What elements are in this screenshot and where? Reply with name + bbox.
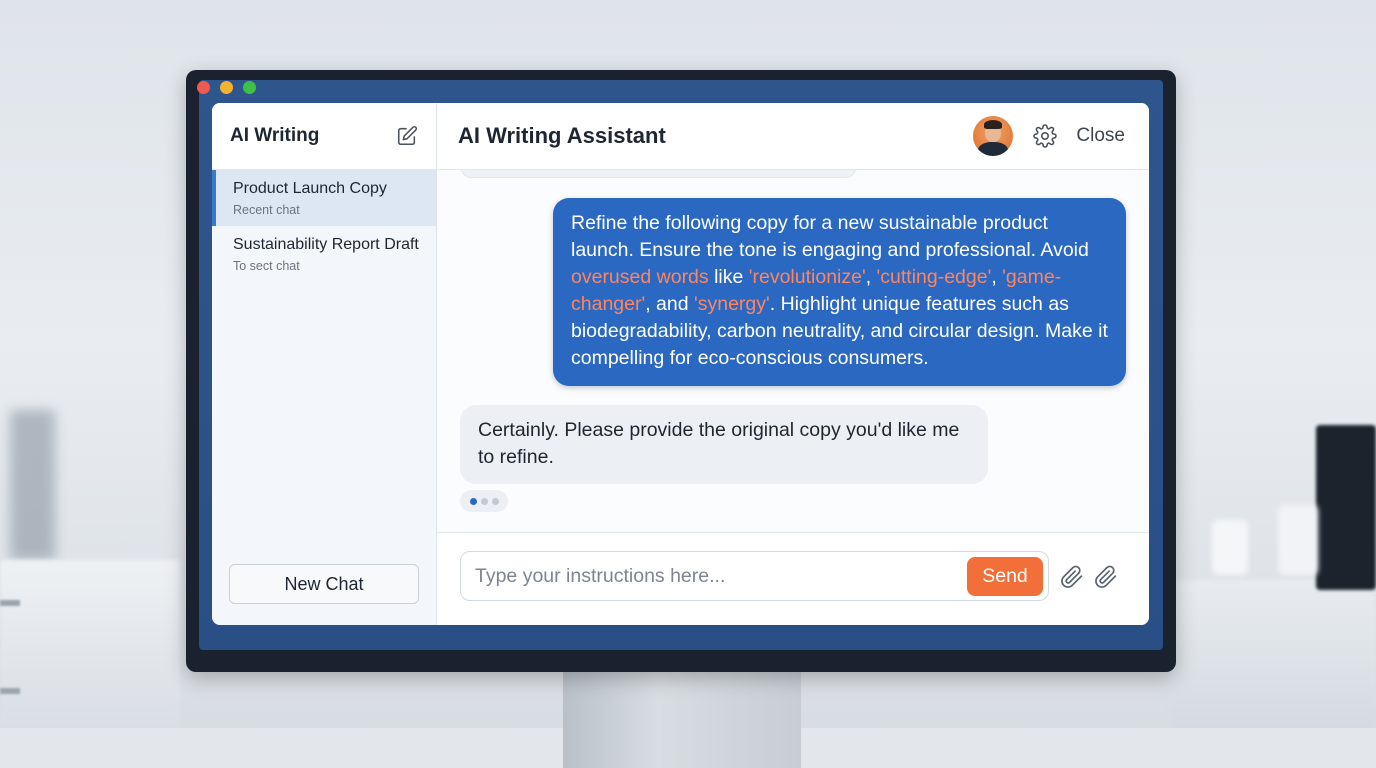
previous-message (461, 170, 856, 178)
paperclip-icon[interactable] (1060, 565, 1084, 589)
chat-list-item-sustainability-report[interactable]: Sustainability Report Draft To sect chat (212, 226, 436, 282)
new-chat-button[interactable]: New Chat (229, 564, 419, 604)
app-window: AI Writing Product Launch Copy Recent ch… (212, 103, 1149, 625)
highlighted-phrase: overused words (571, 266, 709, 288)
background-cabinet-handle (0, 688, 20, 694)
message-text: , and (645, 293, 694, 315)
background-desk (1170, 580, 1376, 730)
highlighted-phrase: 'cutting-edge' (876, 266, 992, 288)
window-controls (197, 81, 256, 94)
edit-icon[interactable] (396, 125, 418, 147)
chat-list-item-product-launch[interactable]: Product Launch Copy Recent chat (212, 170, 436, 226)
chat-item-subtitle: To sect chat (233, 259, 300, 273)
chat-item-title: Product Launch Copy (233, 180, 387, 197)
message-text: , (865, 266, 877, 288)
composer: Send (437, 532, 1149, 625)
message-text: Refine the following copy for a new sust… (571, 212, 1089, 261)
message-text: like (708, 266, 749, 288)
background-object (10, 410, 55, 560)
background-cup (1278, 505, 1318, 575)
message-input-wrapper: Send (460, 551, 1049, 601)
sidebar-header: AI Writing (212, 103, 436, 170)
minimize-window-button[interactable] (220, 81, 233, 94)
background-monitor (1316, 425, 1376, 590)
assistant-message: Certainly. Please provide the original c… (460, 405, 988, 484)
sidebar: AI Writing Product Launch Copy Recent ch… (212, 103, 437, 625)
background-cup (1212, 520, 1248, 575)
message-text: , (991, 266, 1003, 288)
background-cabinet (0, 560, 180, 730)
sidebar-title: AI Writing (230, 125, 320, 146)
avatar-hair (984, 120, 1003, 129)
highlighted-phrase: 'synergy' (694, 293, 770, 315)
typing-dot (469, 497, 477, 505)
send-button[interactable]: Send (967, 557, 1043, 596)
background-cabinet-handle (0, 600, 20, 606)
page-title: AI Writing Assistant (458, 123, 666, 148)
message-input[interactable] (475, 560, 955, 592)
typing-dot (480, 497, 488, 505)
typing-indicator (460, 490, 508, 512)
user-message: Refine the following copy for a new sust… (553, 198, 1126, 386)
message-list[interactable]: Refine the following copy for a new sust… (437, 170, 1149, 532)
chat-header: AI Writing Assistant Close (437, 103, 1149, 170)
chat-item-subtitle: Recent chat (233, 203, 300, 217)
chat-panel: AI Writing Assistant Close Refine the fo… (437, 103, 1149, 625)
avatar[interactable] (973, 116, 1014, 156)
monitor-stand (563, 670, 801, 768)
close-window-button[interactable] (197, 81, 210, 94)
gear-icon[interactable] (1033, 124, 1058, 148)
maximize-window-button[interactable] (243, 81, 256, 94)
paperclip-icon[interactable] (1094, 565, 1118, 589)
avatar-body (978, 142, 1009, 156)
close-button[interactable]: Close (1076, 125, 1125, 147)
chat-item-title: Sustainability Report Draft (233, 236, 419, 253)
highlighted-phrase: 'revolutionize' (748, 266, 866, 288)
typing-dot (491, 497, 499, 505)
